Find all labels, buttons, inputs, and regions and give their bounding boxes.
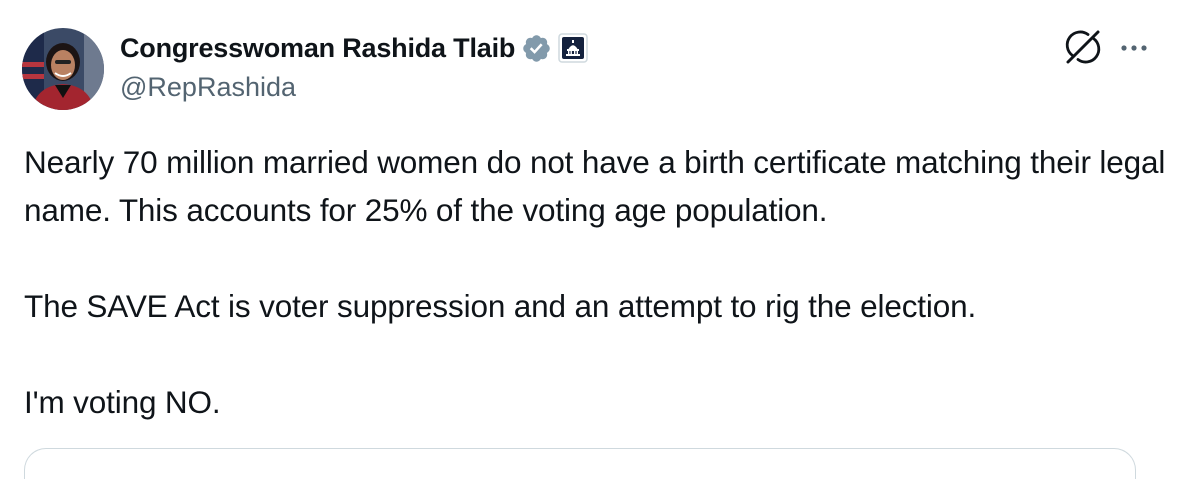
more-options-icon[interactable] (1114, 34, 1154, 62)
tweet: Congresswoman Rashida Tlaib @RepRashida … (0, 0, 1184, 479)
author-header: Congresswoman Rashida Tlaib @RepRashida (120, 30, 588, 104)
handle[interactable]: @RepRashida (120, 70, 588, 104)
tweet-paragraph: I'm voting NO. (24, 384, 221, 420)
display-name[interactable]: Congresswoman Rashida Tlaib (120, 33, 515, 64)
government-affiliation-icon[interactable] (558, 33, 588, 63)
grok-icon[interactable] (1064, 28, 1102, 66)
verified-badge-icon[interactable] (521, 33, 552, 64)
tweet-paragraph: Nearly 70 million married women do not h… (24, 144, 1166, 228)
embedded-card-top-edge[interactable] (24, 448, 1136, 479)
tweet-paragraph: The SAVE Act is voter suppression and an… (24, 288, 977, 324)
name-row: Congresswoman Rashida Tlaib (120, 30, 588, 66)
tweet-text: Nearly 70 million married women do not h… (24, 138, 1174, 426)
avatar[interactable] (22, 28, 104, 110)
